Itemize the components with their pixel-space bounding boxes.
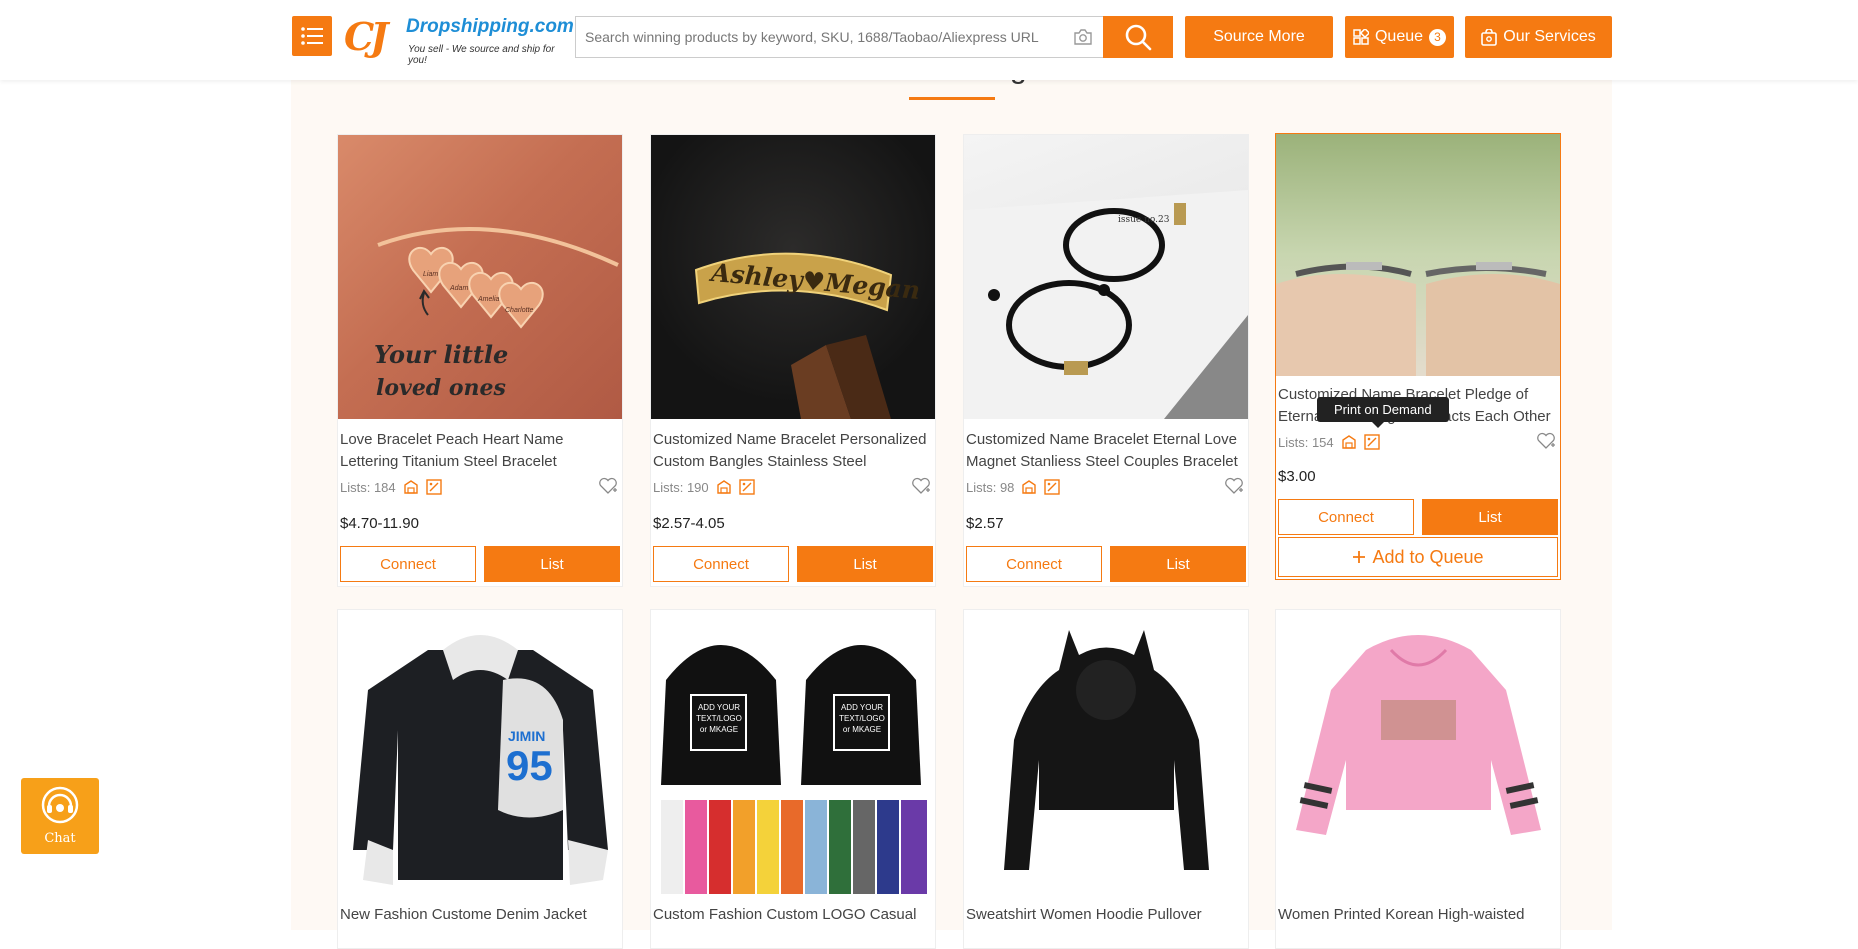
product-image-caption: issue no.23 xyxy=(1118,215,1170,225)
product-price: $2.57 xyxy=(966,515,1004,532)
product-card[interactable]: Ashley♥Megan Customized Name Bracelet Pe… xyxy=(650,134,936,587)
product-title[interactable]: Sweatshirt Women Hoodie Pullover xyxy=(966,904,1246,948)
product-image[interactable] xyxy=(1276,610,1560,894)
product-meta: Lists: 154 xyxy=(1278,432,1558,452)
product-price: $2.57-4.05 xyxy=(653,515,725,532)
list-menu-icon xyxy=(301,27,323,45)
product-image-caption: Your little xyxy=(374,340,509,369)
logo-brand: Dropshipping.com xyxy=(406,16,574,37)
product-meta: Lists: 184 xyxy=(340,477,620,497)
product-card[interactable]: JIMIN 95 New Fashion Custome Denim Jacke… xyxy=(337,609,623,949)
favorite-heart-icon[interactable] xyxy=(1224,477,1244,495)
favorite-heart-icon[interactable] xyxy=(911,477,931,495)
warehouse-icon[interactable] xyxy=(1021,479,1037,495)
print-on-demand-icon[interactable] xyxy=(1044,479,1061,495)
product-image-caption: ADD YOUR TEXT/LOGO or MKAGE xyxy=(839,703,885,734)
plus-icon xyxy=(1353,551,1366,563)
product-meta: Lists: 98 xyxy=(966,477,1246,497)
product-image-caption: loved ones xyxy=(376,375,506,401)
product-lists-count: Lists: 98 xyxy=(966,479,1015,495)
camera-search-icon[interactable] xyxy=(1073,28,1093,46)
chat-label: Chat xyxy=(44,831,76,846)
product-image-caption: Adam xyxy=(450,285,469,292)
queue-label: Queue xyxy=(1374,28,1424,45)
services-bag-icon xyxy=(1481,28,1498,46)
warehouse-icon[interactable] xyxy=(1341,434,1357,450)
our-services-label: Our Services xyxy=(1503,28,1596,45)
queue-button[interactable]: Queue 3 xyxy=(1345,16,1454,58)
product-lists-count: Lists: 190 xyxy=(653,479,709,495)
product-actions: Connect List xyxy=(1278,499,1558,535)
product-image[interactable] xyxy=(1276,134,1560,376)
product-image[interactable]: issue no.23 xyxy=(964,135,1248,419)
search-button[interactable] xyxy=(1103,16,1173,58)
category-menu-button[interactable] xyxy=(292,16,332,56)
site-logo[interactable]: CJ Dropshipping.com You sell - We source… xyxy=(344,12,574,66)
favorite-heart-icon[interactable] xyxy=(598,477,618,495)
connect-button[interactable]: Connect xyxy=(1278,499,1414,535)
search-input[interactable] xyxy=(576,17,1056,57)
chat-button[interactable]: Chat xyxy=(21,778,99,854)
queue-grid-icon xyxy=(1353,29,1369,45)
top-header: CJ Dropshipping.com You sell - We source… xyxy=(0,0,1858,80)
section-title-underline xyxy=(909,97,995,100)
our-services-button[interactable]: Our Services xyxy=(1465,16,1612,58)
product-image[interactable]: ADD YOUR TEXT/LOGO or MKAGE ADD YOUR TEX… xyxy=(651,610,935,894)
source-more-button[interactable]: Source More xyxy=(1185,16,1333,58)
product-lists-count: Lists: 184 xyxy=(340,479,396,495)
search-icon xyxy=(1125,24,1152,51)
product-title[interactable]: Custom Fashion Custom LOGO Casual xyxy=(653,904,933,948)
connect-button[interactable]: Connect xyxy=(653,546,789,582)
print-on-demand-tooltip: Print on Demand xyxy=(1317,397,1449,428)
product-card[interactable]: Your little loved ones Liam Adam Amelia … xyxy=(337,134,623,587)
list-button[interactable]: List xyxy=(797,546,933,582)
product-price: $3.00 xyxy=(1278,468,1316,485)
product-title[interactable]: Love Bracelet Peach Heart Name Lettering… xyxy=(340,429,620,473)
warehouse-icon[interactable] xyxy=(716,479,732,495)
add-to-queue-button[interactable]: Add to Queue xyxy=(1278,537,1558,577)
warehouse-icon[interactable] xyxy=(403,479,419,495)
product-meta: Lists: 190 xyxy=(653,477,933,497)
list-button[interactable]: List xyxy=(484,546,620,582)
product-lists-count: Lists: 154 xyxy=(1278,434,1334,450)
product-price: $4.70-11.90 xyxy=(340,515,419,532)
product-image-caption: Liam xyxy=(423,271,439,278)
product-image-caption: Amelia xyxy=(478,296,500,303)
product-image-caption: 95 xyxy=(506,742,553,789)
print-on-demand-icon[interactable] xyxy=(425,479,442,495)
product-actions: Connect List xyxy=(966,546,1246,582)
product-image-caption: ADD YOUR TEXT/LOGO or MKAGE xyxy=(696,703,742,734)
connect-button[interactable]: Connect xyxy=(966,546,1102,582)
list-button[interactable]: List xyxy=(1422,499,1558,535)
product-title[interactable]: Customized Name Bracelet Eternal Love Ma… xyxy=(966,429,1246,473)
product-image[interactable] xyxy=(964,610,1248,894)
print-on-demand-icon[interactable] xyxy=(1363,434,1380,450)
product-actions: Connect List xyxy=(653,546,933,582)
logo-cj-mark: CJ xyxy=(344,14,388,59)
product-actions: Connect List xyxy=(340,546,620,582)
product-card[interactable]: issue no.23 Customized Name Bracelet Ete… xyxy=(963,134,1249,587)
headset-chat-icon xyxy=(41,786,79,824)
source-more-label: Source More xyxy=(1213,28,1305,45)
list-button[interactable]: List xyxy=(1110,546,1246,582)
queue-count-badge: 3 xyxy=(1429,28,1447,46)
product-card[interactable]: Women Printed Korean High-waisted xyxy=(1275,609,1561,949)
product-image[interactable]: Ashley♥Megan xyxy=(651,135,935,419)
product-title[interactable]: New Fashion Custome Denim Jacket xyxy=(340,904,620,948)
add-to-queue-label: Add to Queue xyxy=(1372,546,1484,567)
logo-tagline: You sell - We source and ship for you! xyxy=(408,44,555,66)
product-card[interactable]: ADD YOUR TEXT/LOGO or MKAGE ADD YOUR TEX… xyxy=(650,609,936,949)
favorite-heart-icon[interactable] xyxy=(1536,432,1556,450)
print-on-demand-icon[interactable] xyxy=(738,479,755,495)
product-image[interactable]: JIMIN 95 xyxy=(338,610,622,894)
search-box xyxy=(575,16,1103,58)
product-title[interactable]: Customized Name Bracelet Personalized Cu… xyxy=(653,429,933,473)
product-title[interactable]: Women Printed Korean High-waisted xyxy=(1278,904,1558,948)
product-image[interactable]: Your little loved ones Liam Adam Amelia … xyxy=(338,135,622,419)
product-card[interactable]: Sweatshirt Women Hoodie Pullover xyxy=(963,609,1249,949)
product-image-caption: Charlotte xyxy=(505,307,534,314)
product-card-hovered[interactable]: Customized Name Bracelet Pledge of Etern… xyxy=(1275,133,1561,580)
connect-button[interactable]: Connect xyxy=(340,546,476,582)
